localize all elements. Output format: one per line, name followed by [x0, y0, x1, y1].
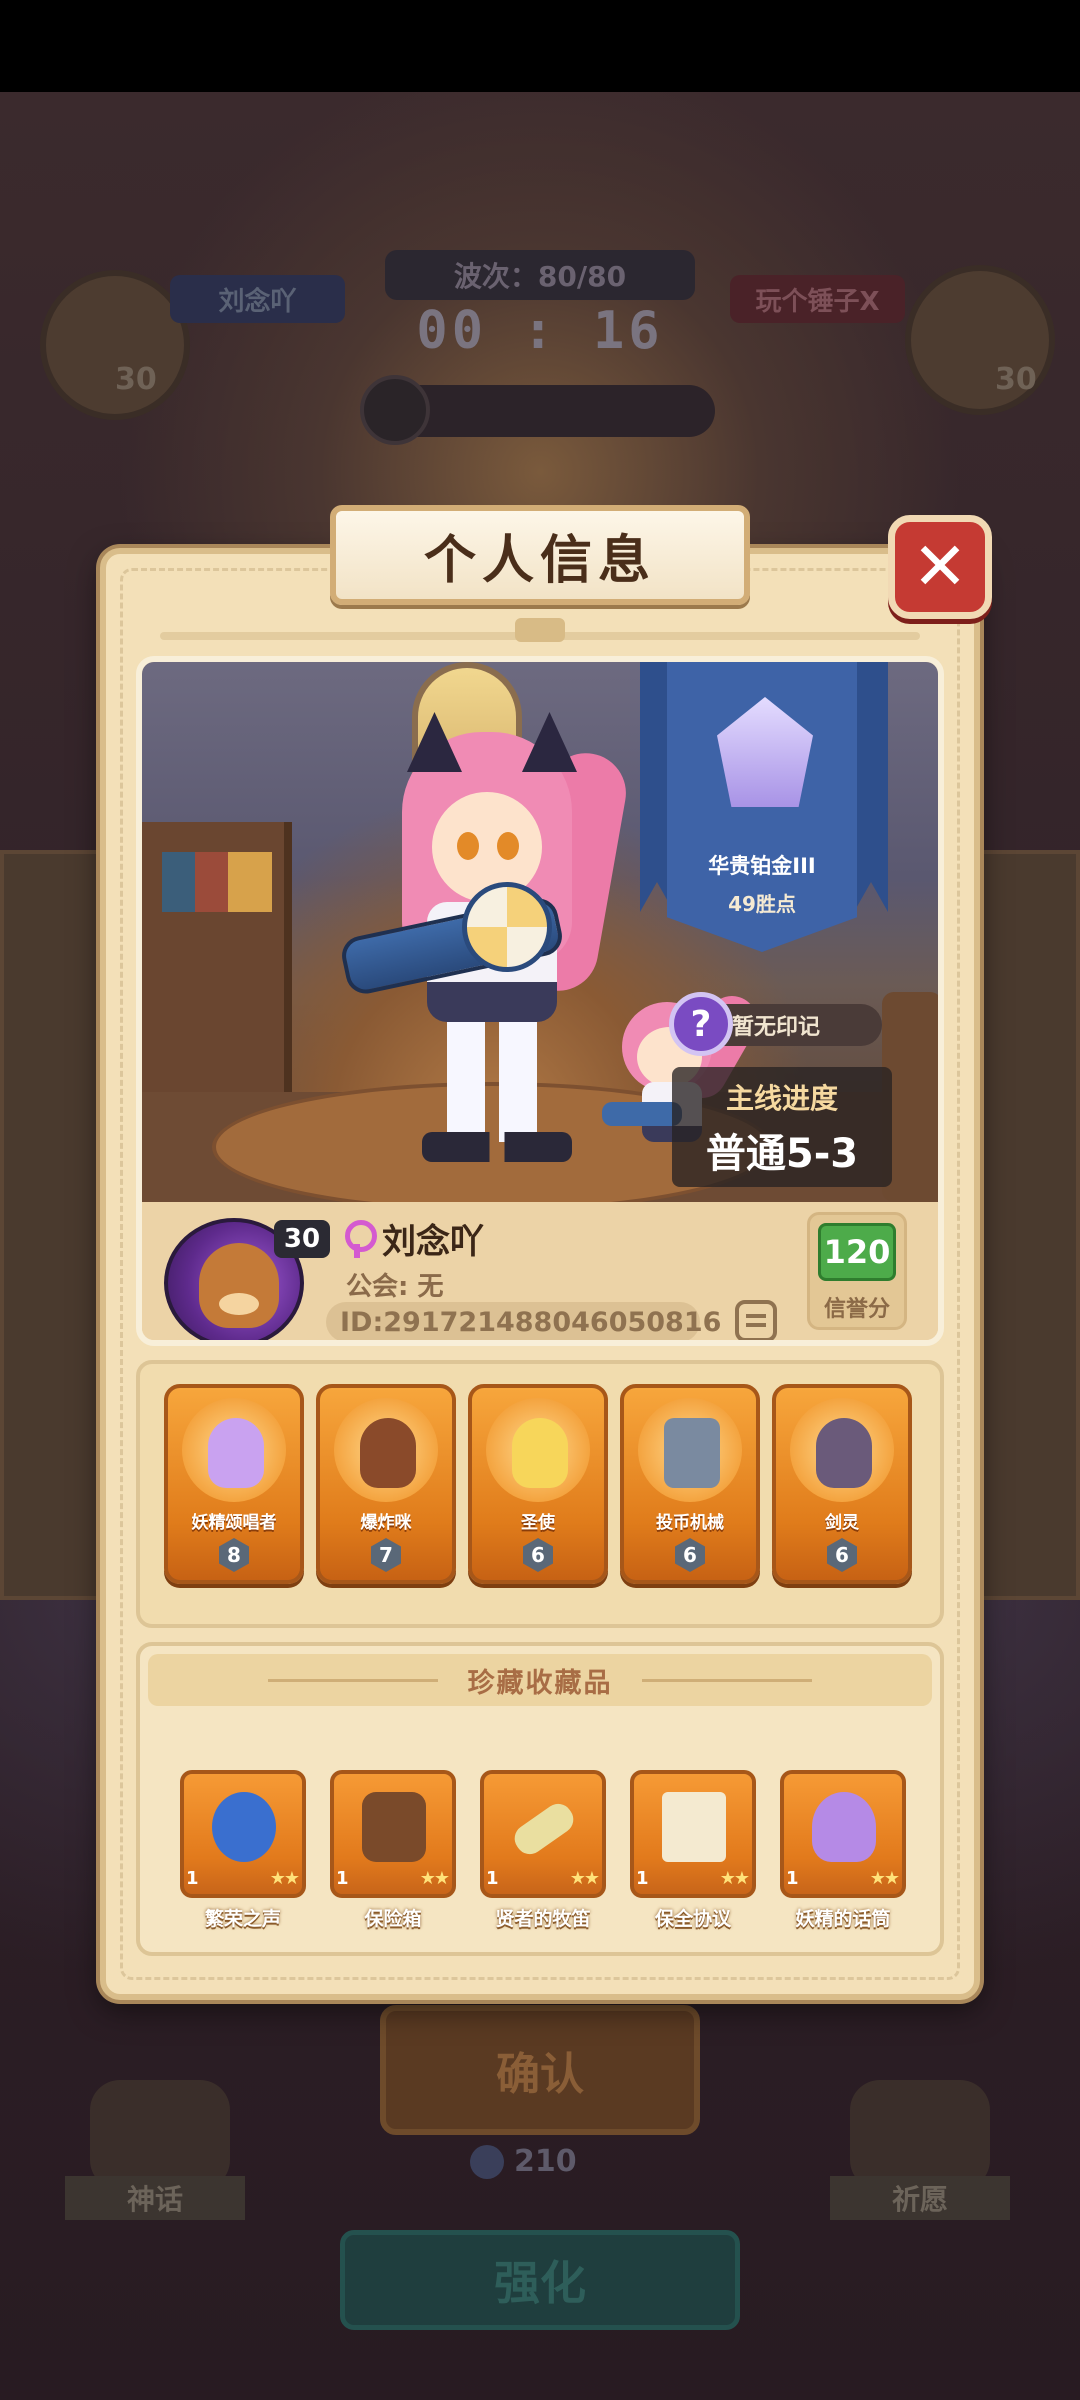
- status-bar: [0, 0, 1080, 92]
- books: [162, 852, 272, 912]
- collection-panel: 珍藏收藏品 1 ★★ 繁荣之声 1 ★★ 保险箱 1 ★★ 贤者的牧笛 1 ★★…: [136, 1642, 944, 1956]
- item-count: 1: [786, 1868, 799, 1889]
- item-count: 1: [336, 1868, 349, 1889]
- background-coin-amount: 210: [514, 2144, 577, 2179]
- level-badge: 30: [274, 1220, 330, 1258]
- rank-name: 华贵铂金III: [708, 854, 816, 878]
- collection-title: 珍藏收藏品: [467, 1667, 613, 1699]
- item-name: 繁荣之声: [204, 1908, 281, 1930]
- collection-title-bar: 珍藏收藏品: [148, 1654, 932, 1706]
- player-name: 刘念吖: [382, 1222, 484, 1262]
- item-stars: ★★: [569, 1868, 600, 1889]
- question-mark-icon: ?: [669, 992, 733, 1056]
- avatar[interactable]: 30: [164, 1218, 330, 1340]
- collection-item[interactable]: 1 ★★: [330, 1770, 456, 1898]
- female-icon: [342, 1219, 377, 1258]
- safe-box-icon: [362, 1792, 426, 1862]
- background-right-panel: [970, 850, 1080, 1600]
- main-progress-box: 主线进度 普通5-3: [672, 1067, 892, 1187]
- modal-title-banner: 个人信息: [330, 505, 750, 605]
- item-name: 妖精的话筒: [795, 1908, 891, 1930]
- hero-name: 妖精颂唱者: [191, 1513, 277, 1533]
- progress-title: 主线进度: [725, 1082, 838, 1115]
- background-left-level: 30: [115, 362, 157, 397]
- background-timer: 00 : 16: [416, 301, 664, 361]
- character-card: 华贵铂金III 49胜点 暂无印记 ? 主线进度 普通5-3 30 刘念吖 公会…: [136, 656, 944, 1346]
- heroes-panel: 妖精颂唱者 8 爆炸咪 7 圣使 6 投币机械 6 剑灵 6: [136, 1360, 944, 1628]
- document-icon: [662, 1792, 726, 1862]
- moon-icon: [212, 1792, 276, 1862]
- bomb-cat-icon: [360, 1418, 416, 1488]
- hero-card[interactable]: 投币机械 6: [620, 1384, 760, 1584]
- skull-icon: [360, 375, 430, 445]
- hero-level: 8: [219, 1538, 249, 1572]
- background-right-name: 玩个锤子X: [730, 275, 905, 323]
- coin-machine-icon: [664, 1418, 720, 1488]
- guild-text: 公会: 无: [346, 1272, 444, 1302]
- close-icon: ✕: [912, 528, 968, 605]
- hero-level: 6: [827, 1538, 857, 1572]
- background-confirm-button: 确认: [380, 2005, 700, 2135]
- background-coin-counter: 210: [470, 2144, 577, 2179]
- close-button[interactable]: ✕: [888, 515, 992, 619]
- bear-avatar-icon: [199, 1243, 279, 1328]
- credit-score-value: 120: [818, 1223, 896, 1281]
- item-stars: ★★: [419, 1868, 450, 1889]
- background-myth-label: 神话: [65, 2176, 245, 2220]
- name-row: 刘念吖: [342, 1214, 484, 1263]
- sword-spirit-icon: [816, 1418, 872, 1488]
- item-count: 1: [486, 1868, 499, 1889]
- background-wish-icon: [850, 2080, 990, 2190]
- background-left-avatar: [40, 270, 190, 420]
- hero-level: 6: [675, 1538, 705, 1572]
- progress-value: 普通5-3: [705, 1131, 859, 1177]
- background-wish-label: 祈愿: [830, 2176, 1010, 2220]
- hero-name: 剑灵: [825, 1513, 859, 1533]
- character-scene: 华贵铂金III 49胜点 暂无印记 ? 主线进度 普通5-3: [142, 662, 938, 1212]
- item-name: 保全协议: [654, 1908, 731, 1930]
- item-name: 贤者的牧笛: [495, 1908, 591, 1930]
- background-left-panel: [0, 850, 110, 1600]
- item-name: 保险箱: [364, 1908, 422, 1930]
- title-divider: [160, 618, 920, 642]
- background-left-name: 刘念吖: [170, 275, 345, 323]
- coin-icon: [470, 2144, 504, 2179]
- saint-messenger-icon: [512, 1418, 568, 1488]
- mark-label: 暂无印记: [732, 1015, 821, 1040]
- copy-icon[interactable]: [735, 1300, 777, 1340]
- item-stars: ★★: [869, 1868, 900, 1889]
- credit-score-box[interactable]: 120 信誉分: [807, 1212, 907, 1330]
- hero-level: 7: [371, 1538, 401, 1572]
- collection-item[interactable]: 1 ★★: [180, 1770, 306, 1898]
- item-stars: ★★: [269, 1868, 300, 1889]
- background-right-level: 30: [995, 362, 1037, 397]
- hero-card[interactable]: 爆炸咪 7: [316, 1384, 456, 1584]
- collection-item[interactable]: 1 ★★: [780, 1770, 906, 1898]
- collection-item[interactable]: 1 ★★: [630, 1770, 756, 1898]
- fairy-singer-icon: [208, 1418, 264, 1488]
- item-stars: ★★: [719, 1868, 750, 1889]
- banner-edge: [854, 662, 888, 912]
- hero-name: 爆炸咪: [360, 1513, 412, 1533]
- item-count: 1: [636, 1868, 649, 1889]
- background-myth-icon: [90, 2080, 230, 2190]
- flute-icon: [509, 1798, 579, 1860]
- hero-card[interactable]: 剑灵 6: [772, 1384, 912, 1584]
- hero-name: 圣使: [521, 1513, 555, 1533]
- item-count: 1: [186, 1868, 199, 1889]
- profile-info-strip: 30 刘念吖 公会: 无 ID:291721488046050816 120 信…: [142, 1202, 938, 1340]
- credit-score-label: 信誉分: [823, 1297, 890, 1322]
- hero-level: 6: [523, 1538, 553, 1572]
- modal-title: 个人信息: [423, 530, 656, 591]
- butterfly-microphone-icon: [812, 1792, 876, 1862]
- player-id: ID:291721488046050816: [326, 1302, 721, 1340]
- hero-card[interactable]: 圣使 6: [468, 1384, 608, 1584]
- background-wave-counter: 波次：80/80: [385, 250, 695, 300]
- hero-name: 投币机械: [656, 1513, 724, 1533]
- rank-points: 49胜点: [728, 892, 796, 916]
- collection-item[interactable]: 1 ★★: [480, 1770, 606, 1898]
- hero-card[interactable]: 妖精颂唱者 8: [164, 1384, 304, 1584]
- background-enhance-button: 强化: [340, 2230, 740, 2330]
- character-portrait: [338, 692, 633, 1162]
